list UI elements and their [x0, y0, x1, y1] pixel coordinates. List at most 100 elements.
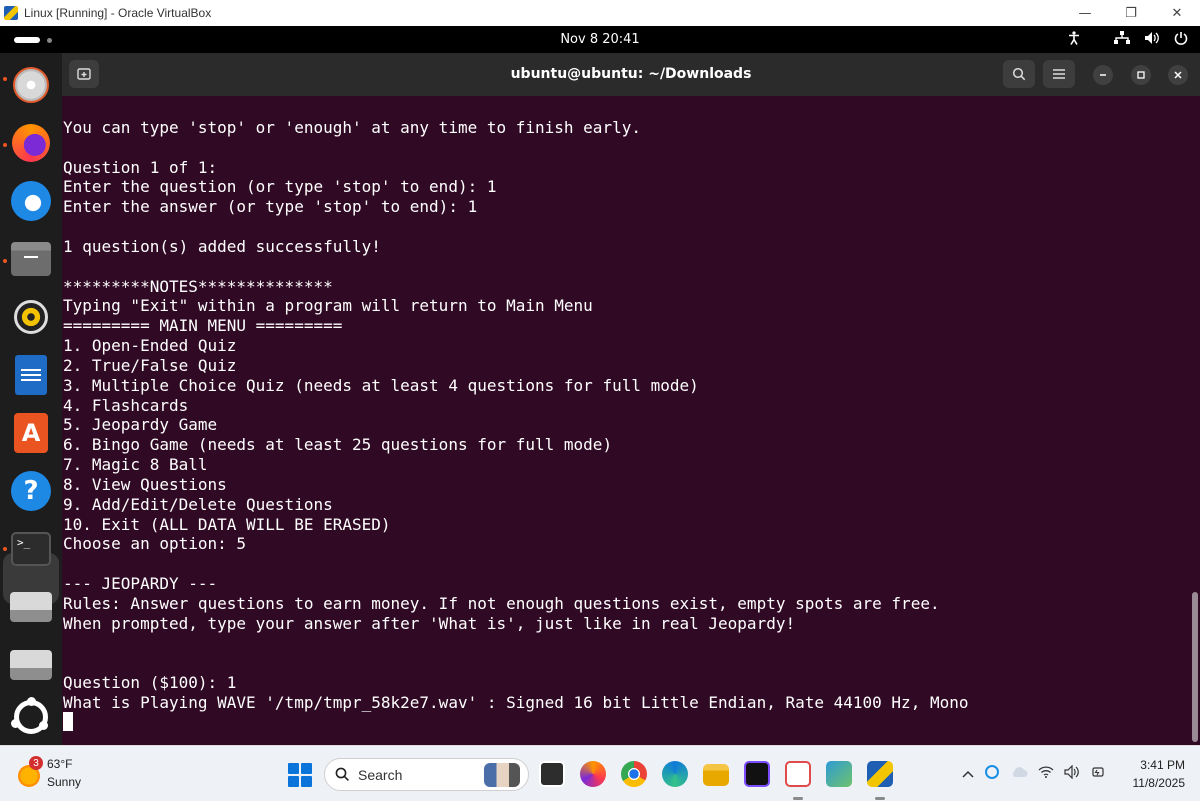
disk-utility-icon: [13, 67, 49, 103]
dock-item-firefox[interactable]: [9, 121, 53, 165]
system-tray-area[interactable]: [962, 761, 1106, 787]
terminal-line: Rules: Answer questions to earn money. I…: [63, 593, 940, 613]
virtualbox-title-bar: Linux [Running] - Oracle VirtualBox — ❐ …: [0, 0, 1200, 27]
search-highlight-image: [484, 763, 520, 787]
system-tray[interactable]: [1068, 26, 1188, 53]
menu-button[interactable]: [1043, 60, 1075, 88]
top-bar-clock[interactable]: Nov 8 20:41: [0, 26, 1200, 53]
wifi-icon[interactable]: [1038, 766, 1054, 782]
taskbar-time[interactable]: 3:41 PM: [1135, 758, 1185, 772]
search-icon: [1012, 67, 1026, 81]
dock-item-files[interactable]: [9, 237, 53, 281]
search-icon: [335, 767, 350, 786]
app-center-icon: A: [14, 413, 48, 453]
ubuntu-logo-icon: [11, 697, 48, 734]
virtualbox-icon: [4, 6, 18, 20]
terminal-line: 4. Flashcards: [63, 395, 189, 415]
windows-start-button[interactable]: [288, 763, 312, 787]
terminal-line: What is Playing WAVE '/tmp/tmpr_58k2e7.w…: [63, 693, 969, 713]
taskbar-chrome-icon[interactable]: [621, 761, 647, 787]
terminal-text: You can type 'stop' or 'enough' at any t…: [63, 118, 968, 713]
battery-icon[interactable]: [1090, 765, 1106, 783]
search-label: Search: [358, 767, 403, 783]
rhythmbox-icon: [14, 300, 48, 334]
notification-badge: 3: [29, 756, 43, 770]
drive-icon: [10, 650, 52, 680]
minimize-icon: [1100, 74, 1106, 76]
restore-button[interactable]: ❐: [1108, 0, 1154, 26]
taskbar-task-view-icon[interactable]: [539, 761, 565, 787]
terminal-line: When prompted, type your answer after 'W…: [63, 613, 796, 633]
terminal-minimize-button[interactable]: [1093, 65, 1113, 85]
taskbar-firefox-icon[interactable]: [580, 761, 606, 787]
terminal-header-bar: ubuntu@ubuntu: ~/Downloads: [62, 53, 1200, 96]
terminal-line: 10. Exit (ALL DATA WILL BE ERASED): [63, 514, 391, 534]
taskbar-snipping-tool-icon[interactable]: [785, 761, 811, 787]
taskbar-folder-icon[interactable]: [703, 764, 729, 786]
hamburger-menu-icon: [1053, 69, 1065, 79]
terminal-line: 7. Magic 8 Ball: [63, 455, 208, 475]
terminal-line: 5. Jeopardy Game: [63, 415, 218, 435]
dock-item-drive-1[interactable]: [9, 585, 53, 629]
terminal-line: 2. True/False Quiz: [63, 355, 237, 375]
terminal-line: 6. Bingo Game (needs at least 25 questio…: [63, 435, 613, 455]
dock-item-thunderbird[interactable]: [9, 179, 53, 223]
terminal-line: Enter the question (or type 'stop' to en…: [63, 177, 497, 197]
taskbar-edge-icon[interactable]: [662, 761, 688, 787]
terminal-icon: >_: [11, 532, 51, 566]
terminal-cursor: [63, 712, 73, 731]
terminal-line: 1. Open-Ended Quiz: [63, 336, 237, 356]
volume-icon[interactable]: [1144, 31, 1160, 49]
terminal-line: Question ($100): 1: [63, 673, 237, 693]
dock-item-writer[interactable]: [9, 353, 53, 397]
cloud-icon[interactable]: [1010, 766, 1028, 782]
dock-item-disk-utility[interactable]: [9, 63, 53, 107]
search-button[interactable]: [1003, 60, 1035, 88]
chevron-up-icon[interactable]: [962, 766, 974, 782]
taskbar-search[interactable]: Search: [324, 758, 529, 791]
terminal-close-button[interactable]: [1168, 65, 1188, 85]
speaker-icon[interactable]: [1064, 764, 1080, 783]
terminal-line: 9. Add/Edit/Delete Questions: [63, 494, 333, 514]
window-controls: — ❐ ✕: [1062, 0, 1200, 26]
dock-item-show-apps[interactable]: [9, 695, 53, 739]
terminal-line: Enter the answer (or type 'stop' to end)…: [63, 197, 478, 217]
terminal-scrollbar[interactable]: [1192, 592, 1198, 742]
thunderbird-icon: [11, 181, 51, 221]
help-icon: ?: [11, 471, 51, 511]
dock-item-drive-2[interactable]: [9, 643, 53, 687]
weather-temperature: 63°F: [47, 757, 73, 771]
close-icon: [1174, 71, 1182, 79]
terminal-line: 8. View Questions: [63, 474, 227, 494]
writer-icon: [15, 355, 47, 395]
minimize-button[interactable]: —: [1062, 0, 1108, 26]
taskbar-virtualbox-icon[interactable]: [867, 761, 893, 787]
terminal-line: 3. Multiple Choice Quiz (needs at least …: [63, 375, 699, 395]
network-icon[interactable]: [1114, 30, 1130, 49]
accessibility-icon[interactable]: [1068, 30, 1080, 49]
update-icon[interactable]: [984, 764, 1000, 784]
power-icon[interactable]: [1174, 31, 1188, 49]
taskbar-date[interactable]: 11/8/2025: [1124, 776, 1186, 790]
terminal-output[interactable]: You can type 'stop' or 'enough' at any t…: [62, 96, 1200, 745]
terminal-line: Typing "Exit" within a program will retu…: [63, 296, 593, 316]
running-indicator: [3, 547, 7, 551]
taskbar-intellij-icon[interactable]: [744, 761, 770, 787]
dock-item-help[interactable]: ?: [9, 469, 53, 513]
terminal-maximize-button[interactable]: [1131, 65, 1151, 85]
running-indicator: [3, 143, 7, 147]
weather-condition: Sunny: [47, 775, 82, 789]
dock-item-app-center[interactable]: A: [9, 411, 53, 455]
restore-icon: [1137, 71, 1145, 79]
drive-icon: [10, 592, 52, 622]
terminal-line: 1 question(s) added successfully!: [63, 236, 381, 256]
taskbar-vscode-icon[interactable]: [826, 761, 852, 787]
dock-item-rhythmbox[interactable]: [9, 295, 53, 339]
running-indicator: [3, 259, 7, 263]
dock-item-terminal[interactable]: >_: [9, 527, 53, 571]
close-button[interactable]: ✕: [1154, 0, 1200, 26]
